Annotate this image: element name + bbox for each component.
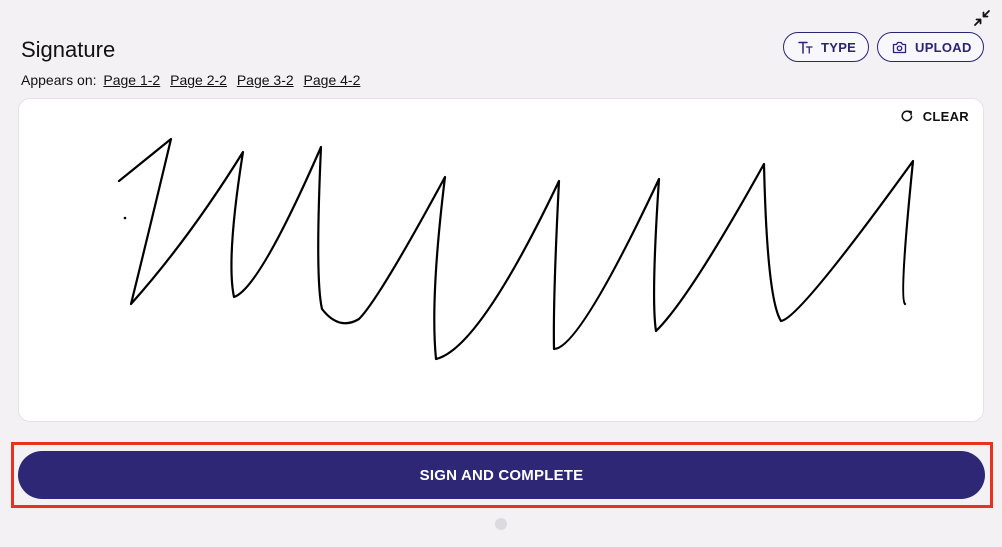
page-link-4[interactable]: Page 4-2 — [304, 72, 361, 88]
appears-on-row: Appears on: Page 1-2 Page 2-2 Page 3-2 P… — [21, 72, 360, 89]
appears-on-label: Appears on: — [21, 72, 97, 88]
page-title: Signature — [21, 37, 116, 62]
page-link-1[interactable]: Page 1-2 — [103, 72, 160, 88]
signature-canvas[interactable]: CLEAR — [18, 98, 984, 422]
text-format-icon — [798, 41, 813, 54]
signature-drawing — [117, 137, 915, 361]
pagination-dot — [495, 518, 507, 530]
sign-and-complete-button[interactable]: SIGN AND COMPLETE — [18, 451, 985, 499]
upload-button[interactable]: UPLOAD — [877, 32, 984, 62]
page-link-3[interactable]: Page 3-2 — [237, 72, 294, 88]
page-link-2[interactable]: Page 2-2 — [170, 72, 227, 88]
upload-button-label: UPLOAD — [915, 39, 972, 55]
type-button[interactable]: TYPE — [783, 32, 869, 62]
collapse-arrows-icon — [974, 10, 990, 26]
camera-icon — [892, 41, 907, 53]
collapse-button[interactable] — [972, 8, 992, 28]
type-button-label: TYPE — [821, 39, 857, 55]
